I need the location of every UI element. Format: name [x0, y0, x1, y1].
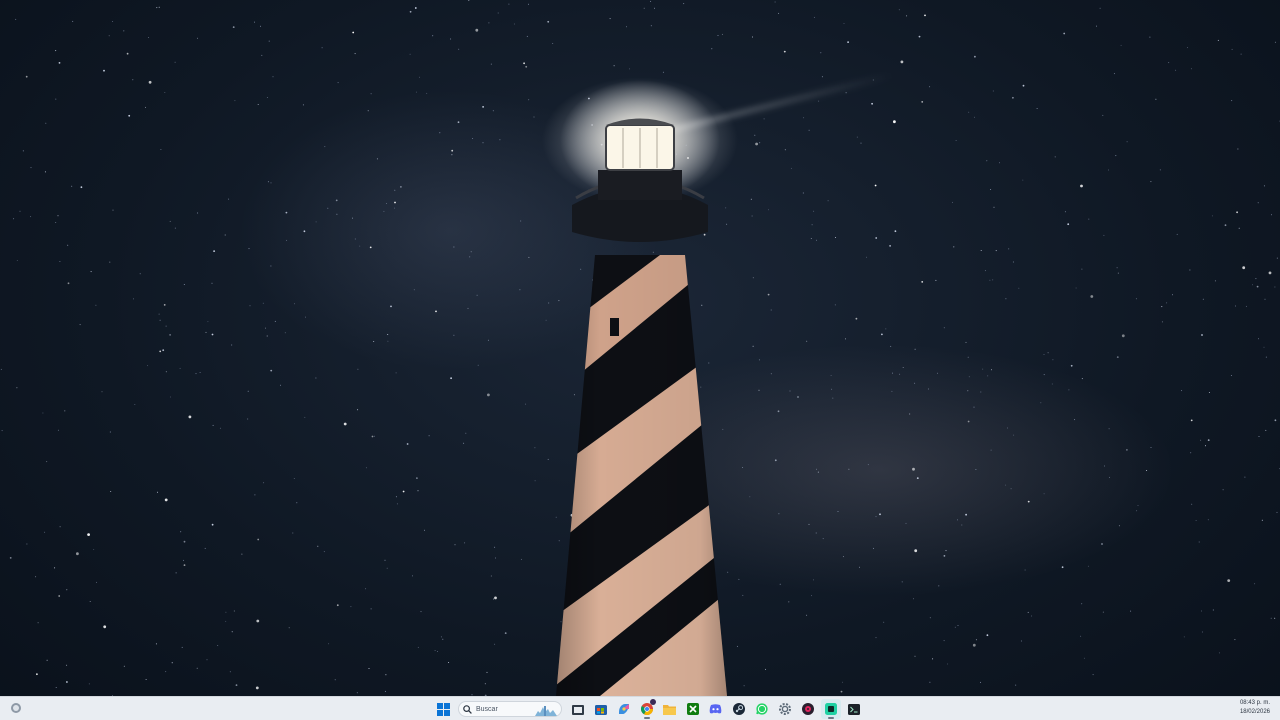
file-explorer-icon[interactable]	[568, 699, 588, 719]
steam-icon[interactable]	[729, 699, 749, 719]
xbox-icon[interactable]	[683, 699, 703, 719]
folder-icon[interactable]	[660, 699, 680, 719]
system-clock[interactable]: 08:43 p. m. 18/02/2026	[1240, 699, 1270, 717]
search-highlight-art	[535, 706, 557, 716]
search-box[interactable]: Buscar	[458, 701, 562, 717]
taskbar-center: Buscar	[432, 699, 865, 719]
terminal-icon[interactable]	[844, 699, 864, 719]
clock-time: 08:43 p. m.	[1239, 700, 1270, 706]
weather-widget-icon[interactable]	[8, 700, 24, 716]
taskbar: Buscar 08:43 p. m. 18/02/2026	[0, 696, 1280, 720]
whatsapp-icon[interactable]	[752, 699, 772, 719]
settings-icon[interactable]	[775, 699, 795, 719]
discord-icon[interactable]	[706, 699, 726, 719]
clock-date: 18/02/2026	[1239, 709, 1270, 715]
media-player-icon[interactable]	[798, 699, 818, 719]
copilot-icon[interactable]	[614, 699, 634, 719]
lighthouse	[556, 80, 727, 696]
chrome-icon[interactable]	[637, 699, 657, 719]
windows-start-icon[interactable]	[434, 699, 454, 719]
search-placeholder: Buscar	[476, 705, 498, 713]
desktop-wallpaper	[0, 0, 1280, 696]
app-green-icon[interactable]	[820, 699, 841, 719]
notification-badge-icon	[649, 699, 656, 705]
store-icon[interactable]	[591, 699, 611, 719]
search-icon	[463, 704, 472, 714]
